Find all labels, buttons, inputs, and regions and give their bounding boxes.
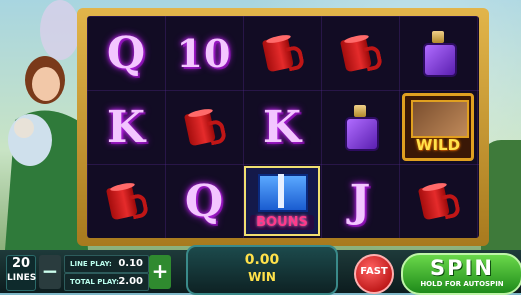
reel-5-row-1: [399, 16, 477, 90]
total-play-label: TOTAL PLAY:: [70, 278, 119, 286]
reel-1-row-1: Q: [87, 16, 165, 90]
symbol-k: K: [262, 101, 302, 153]
autospin-hint: HOLD FOR AUTOSPIN: [420, 280, 504, 288]
reel-grid: Q K 10 Q K BOUNS J WILD: [87, 16, 479, 238]
photo-frame-icon: [411, 100, 469, 138]
spin-button[interactable]: SPIN HOLD FOR AUTOSPIN: [401, 253, 521, 295]
perfume-icon: [421, 31, 457, 77]
reel-3-row-3: BOUNS: [243, 164, 321, 238]
line-play-value: 0.10: [118, 258, 143, 269]
lines-label: LINES: [7, 273, 37, 283]
decrease-bet-button[interactable]: −: [39, 255, 61, 289]
bet-panel: LINE PLAY: 0.10 TOTAL PLAY: 2.00: [64, 255, 149, 291]
symbol-10: 10: [176, 30, 232, 76]
reel-5-row-2: WILD: [399, 90, 477, 164]
symbol-j: J: [349, 175, 371, 227]
reel-4-row-1: [321, 16, 399, 90]
bonus-symbol: BOUNS: [244, 166, 320, 236]
win-display: 0.00 WIN: [186, 245, 338, 295]
reel-4-row-2: [321, 90, 399, 164]
mug-icon: [183, 107, 228, 147]
reel-2-row-2: [165, 90, 243, 164]
spin-label: SPIN: [430, 256, 494, 280]
fast-spin-button[interactable]: FAST: [354, 254, 394, 294]
symbol-q: Q: [184, 175, 224, 227]
total-play-row: TOTAL PLAY: 2.00: [64, 273, 149, 291]
reel-2-row-3: Q: [165, 164, 243, 238]
reel-3-row-1: [243, 16, 321, 90]
reel-3-row-2: K: [243, 90, 321, 164]
lines-display: 20 LINES: [6, 255, 36, 291]
reel-4-row-3: J: [321, 164, 399, 238]
win-amount: 0.00: [244, 252, 280, 268]
lines-value: 20: [11, 256, 31, 271]
mug-icon: [417, 181, 462, 221]
line-play-row: LINE PLAY: 0.10: [64, 255, 149, 273]
reel-5-row-3: [399, 164, 477, 238]
wild-label: WILD: [415, 136, 461, 154]
symbol-k: K: [106, 101, 146, 153]
bonus-label: BOUNS: [250, 215, 314, 230]
reel-1-row-3: [87, 164, 165, 238]
symbol-q: Q: [106, 27, 146, 79]
mug-icon: [339, 33, 384, 73]
reel-2-row-1: 10: [165, 16, 243, 90]
line-play-label: LINE PLAY:: [70, 260, 112, 268]
increase-bet-button[interactable]: +: [149, 255, 171, 289]
win-label: WIN: [248, 270, 276, 284]
reel-1-row-2: K: [87, 90, 165, 164]
total-play-value: 2.00: [118, 276, 143, 287]
mug-icon: [261, 33, 306, 73]
wild-symbol: WILD: [402, 93, 474, 161]
perfume-icon: [343, 105, 379, 151]
mug-icon: [105, 181, 150, 221]
